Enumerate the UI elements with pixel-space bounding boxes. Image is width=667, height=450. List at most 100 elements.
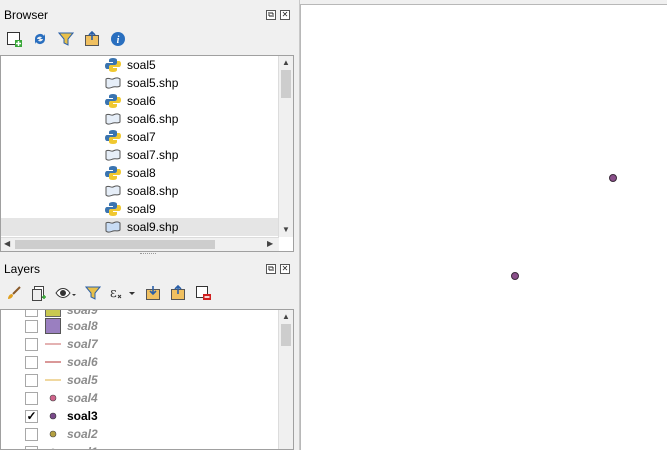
browser-item[interactable]: soal6.shp: [1, 110, 279, 128]
collapse-all-icon[interactable]: [82, 29, 102, 49]
fill-symbol-icon: [45, 318, 61, 334]
layer-row[interactable]: soal5: [1, 371, 279, 389]
filter-icon[interactable]: [56, 29, 76, 49]
layer-visibility-checkbox[interactable]: [25, 374, 38, 387]
scrollbar-thumb[interactable]: [281, 70, 291, 98]
browser-item-label: soal7.shp: [127, 148, 179, 162]
layer-visibility-checkbox[interactable]: [25, 446, 38, 449]
add-layer-icon[interactable]: [4, 29, 24, 49]
point-symbol-icon: [49, 430, 57, 438]
scrollbar-thumb[interactable]: [281, 324, 291, 346]
layer-label: soal4: [67, 391, 98, 405]
fill-symbol-icon: [45, 310, 61, 317]
python-icon: [105, 58, 121, 72]
browser-item-label: soal8.shp: [127, 184, 179, 198]
browser-item[interactable]: soal6: [1, 92, 279, 110]
svg-text:i: i: [117, 35, 120, 46]
qgis-window: Browser ⧉ ✕ i soal5 soal5.shp soal6 soal…: [0, 0, 667, 450]
browser-item[interactable]: soal5: [1, 56, 279, 74]
layer-label: soal5: [67, 373, 98, 387]
scrollbar-thumb[interactable]: [15, 240, 215, 249]
layer-label: soal6: [67, 355, 98, 369]
layer-visibility-checkbox[interactable]: [25, 428, 38, 441]
python-icon: [105, 130, 121, 144]
layer-visibility-checkbox[interactable]: [25, 338, 38, 351]
layer-visibility-checkbox[interactable]: [25, 392, 38, 405]
polygon-icon: [105, 221, 121, 233]
browser-vertical-scrollbar[interactable]: ▲ ▼: [278, 56, 293, 237]
scroll-up-arrow-icon[interactable]: ▲: [282, 58, 290, 67]
layer-label: soal3: [67, 409, 98, 423]
map-point-feature[interactable]: [511, 272, 519, 280]
browser-item-label: soal5: [127, 58, 156, 72]
collapse-all-layers-icon[interactable]: [168, 283, 188, 303]
layer-visibility-checkbox[interactable]: [25, 320, 38, 333]
browser-item-selected[interactable]: soal9.shp: [1, 218, 279, 236]
layers-float-button[interactable]: ⧉: [266, 264, 276, 274]
browser-toolbar: i: [4, 29, 128, 49]
layers-panel-title: Layers: [4, 262, 41, 276]
layers-toolbar: ε: [4, 283, 213, 303]
browser-item-label: soal5.shp: [127, 76, 179, 90]
scroll-right-arrow-icon[interactable]: ▶: [267, 239, 273, 248]
style-brush-icon[interactable]: [4, 283, 24, 303]
panel-splitter-grip[interactable]: [140, 253, 156, 256]
browser-item[interactable]: soal7.shp: [1, 146, 279, 164]
browser-item-label: soal7: [127, 130, 156, 144]
browser-item[interactable]: soal5.shp: [1, 74, 279, 92]
layer-visibility-checkbox[interactable]: [25, 310, 38, 317]
refresh-icon[interactable]: [30, 29, 50, 49]
expand-all-icon[interactable]: [143, 283, 163, 303]
browser-item-label: soal8: [127, 166, 156, 180]
remove-layer-icon[interactable]: [193, 283, 213, 303]
svg-text:ε: ε: [110, 286, 117, 301]
browser-close-button[interactable]: ✕: [280, 10, 290, 20]
layer-label: soal9: [67, 309, 98, 317]
layer-row[interactable]: soal4: [1, 389, 279, 407]
map-canvas[interactable]: [300, 4, 667, 450]
layer-row[interactable]: soal8: [1, 317, 279, 335]
polygon-icon: [105, 77, 121, 89]
scroll-left-arrow-icon[interactable]: ◀: [4, 239, 10, 248]
add-group-icon[interactable]: [29, 283, 49, 303]
browser-panel-title: Browser: [4, 8, 49, 22]
polygon-icon: [105, 185, 121, 197]
python-icon: [105, 94, 121, 108]
browser-tree[interactable]: soal5 soal5.shp soal6 soal6.shp soal7 so…: [0, 55, 294, 252]
layer-label: soal7: [67, 337, 98, 351]
layer-row[interactable]: ✓ soal3: [1, 407, 279, 425]
map-point-feature[interactable]: [609, 174, 617, 182]
browser-float-button[interactable]: ⧉: [266, 10, 276, 20]
point-symbol-icon: [49, 412, 57, 420]
layer-visibility-checkbox[interactable]: [25, 356, 38, 369]
scroll-down-arrow-icon[interactable]: ▼: [282, 225, 290, 234]
browser-item[interactable]: soal8.shp: [1, 182, 279, 200]
browser-item-label: soal6: [127, 94, 156, 108]
browser-item[interactable]: soal8: [1, 164, 279, 182]
browser-item[interactable]: soal9: [1, 200, 279, 218]
line-symbol-icon: [45, 361, 61, 363]
layers-tree[interactable]: soal9 soal8 soal7 soal6 soal5 soal4 ✓ so…: [0, 309, 294, 450]
layers-vertical-scrollbar[interactable]: ▲: [278, 310, 293, 449]
layer-row[interactable]: soal2: [1, 425, 279, 443]
layer-visibility-checkbox[interactable]: ✓: [25, 410, 38, 423]
browser-item[interactable]: soal7: [1, 128, 279, 146]
layer-label: soal1: [67, 445, 98, 449]
point-symbol-icon: [49, 394, 57, 402]
line-symbol-icon: [45, 343, 61, 345]
expression-filter-icon[interactable]: ε: [108, 283, 138, 303]
layer-row[interactable]: soal1: [1, 443, 279, 449]
browser-item-label: soal9: [127, 202, 156, 216]
eye-visibility-icon[interactable]: [54, 283, 78, 303]
scroll-up-arrow-icon[interactable]: ▲: [282, 312, 290, 321]
line-symbol-icon: [45, 379, 61, 381]
info-icon[interactable]: i: [108, 29, 128, 49]
polygon-icon: [105, 149, 121, 161]
python-icon: [105, 202, 121, 216]
layers-close-button[interactable]: ✕: [280, 264, 290, 274]
filter-legend-icon[interactable]: [83, 283, 103, 303]
layer-label: soal2: [67, 427, 98, 441]
layer-row[interactable]: soal7: [1, 335, 279, 353]
layer-row[interactable]: soal6: [1, 353, 279, 371]
browser-horizontal-scrollbar[interactable]: ◀ ▶: [1, 237, 279, 251]
